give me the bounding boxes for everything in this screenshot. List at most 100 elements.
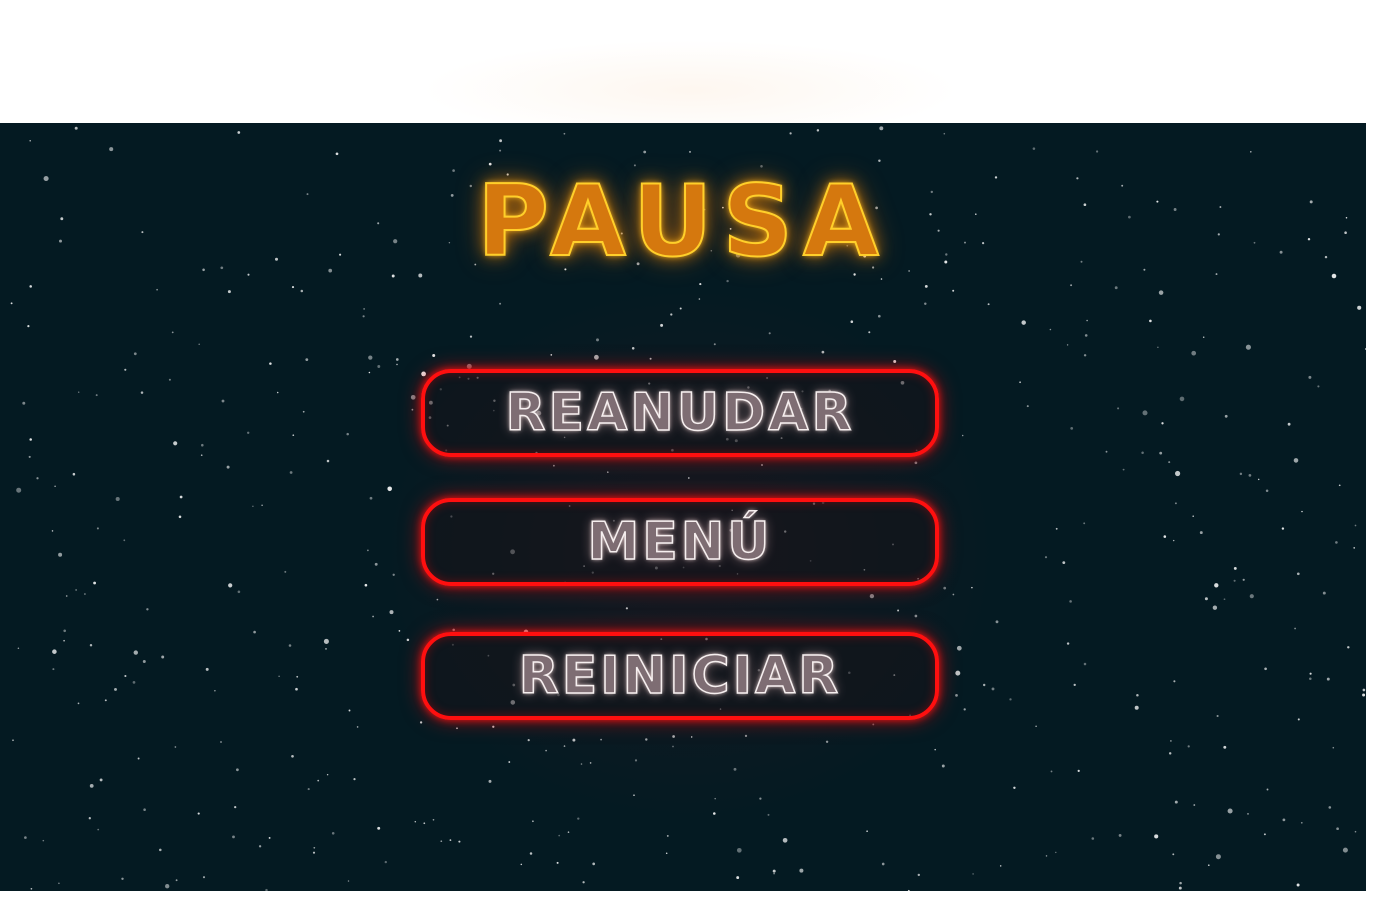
- star: [961, 434, 964, 437]
- star: [201, 443, 204, 447]
- star: [1297, 718, 1300, 721]
- star: [89, 784, 94, 788]
- star: [326, 459, 330, 463]
- star: [432, 818, 435, 821]
- star: [1069, 600, 1072, 603]
- star: [396, 363, 398, 366]
- star: [1338, 484, 1341, 487]
- star: [368, 355, 373, 360]
- star: [1223, 598, 1226, 601]
- star: [1168, 752, 1172, 755]
- menu-button-label: MENÚ: [587, 511, 773, 573]
- star: [1362, 688, 1366, 692]
- star: [1317, 385, 1320, 388]
- star: [999, 865, 1002, 867]
- star: [527, 739, 530, 742]
- star: [348, 709, 351, 712]
- star: [607, 471, 609, 473]
- star: [665, 852, 668, 855]
- star: [825, 740, 829, 743]
- star: [1212, 605, 1218, 610]
- restart-button[interactable]: REINICIAR: [421, 632, 939, 720]
- star: [869, 593, 875, 599]
- star: [258, 845, 262, 848]
- star: [1091, 837, 1095, 840]
- star: [558, 834, 561, 837]
- star: [1296, 572, 1300, 576]
- star: [1250, 151, 1252, 153]
- resume-button-label: REANUDAR: [505, 382, 855, 444]
- star: [411, 408, 414, 411]
- star: [924, 284, 928, 288]
- star: [563, 132, 566, 135]
- star: [168, 378, 171, 381]
- star: [276, 391, 279, 394]
- star: [1179, 881, 1182, 885]
- star: [205, 667, 209, 671]
- star: [179, 495, 183, 499]
- star: [881, 862, 885, 866]
- star: [1049, 328, 1052, 331]
- star: [237, 131, 241, 134]
- resume-button[interactable]: REANUDAR: [421, 369, 939, 457]
- star: [492, 725, 495, 728]
- star: [65, 595, 68, 597]
- star: [1154, 834, 1159, 839]
- star: [1336, 827, 1339, 831]
- star: [1032, 147, 1036, 150]
- star: [226, 465, 230, 469]
- star: [1159, 451, 1163, 455]
- star: [406, 638, 410, 642]
- star: [72, 472, 76, 476]
- star: [28, 455, 31, 458]
- star: [54, 485, 56, 487]
- star: [30, 887, 33, 890]
- star: [156, 288, 158, 291]
- star: [1294, 627, 1297, 630]
- star: [816, 129, 820, 132]
- star: [16, 487, 22, 493]
- star: [736, 876, 740, 880]
- star: [265, 888, 268, 891]
- star: [1242, 578, 1245, 581]
- star: [767, 813, 770, 816]
- star: [114, 687, 117, 691]
- star: [96, 527, 99, 530]
- star: [1035, 725, 1037, 727]
- star: [419, 721, 423, 724]
- star: [1021, 320, 1026, 325]
- star: [995, 620, 999, 624]
- star: [1044, 556, 1048, 559]
- star: [377, 826, 381, 830]
- star: [51, 530, 54, 532]
- star: [1309, 677, 1312, 680]
- star: [323, 638, 329, 644]
- star: [672, 745, 674, 748]
- star: [17, 647, 20, 649]
- pause-title: PAUSA: [476, 164, 889, 280]
- star: [556, 861, 559, 864]
- star: [133, 650, 138, 655]
- star: [893, 360, 897, 363]
- star: [234, 805, 237, 809]
- star: [353, 778, 356, 781]
- star: [132, 681, 136, 684]
- star: [1083, 522, 1086, 525]
- star: [761, 464, 763, 466]
- star: [325, 647, 327, 650]
- star: [1249, 594, 1254, 599]
- star: [95, 394, 98, 397]
- star: [991, 687, 995, 691]
- star: [174, 746, 177, 748]
- menu-button[interactable]: MENÚ: [421, 498, 939, 586]
- star: [567, 831, 570, 833]
- star: [1233, 566, 1237, 570]
- star: [799, 868, 804, 873]
- star: [1163, 535, 1167, 538]
- star: [499, 139, 503, 143]
- star: [123, 539, 126, 542]
- star: [726, 279, 729, 283]
- star: [29, 139, 31, 142]
- star: [955, 670, 961, 676]
- star: [660, 323, 664, 327]
